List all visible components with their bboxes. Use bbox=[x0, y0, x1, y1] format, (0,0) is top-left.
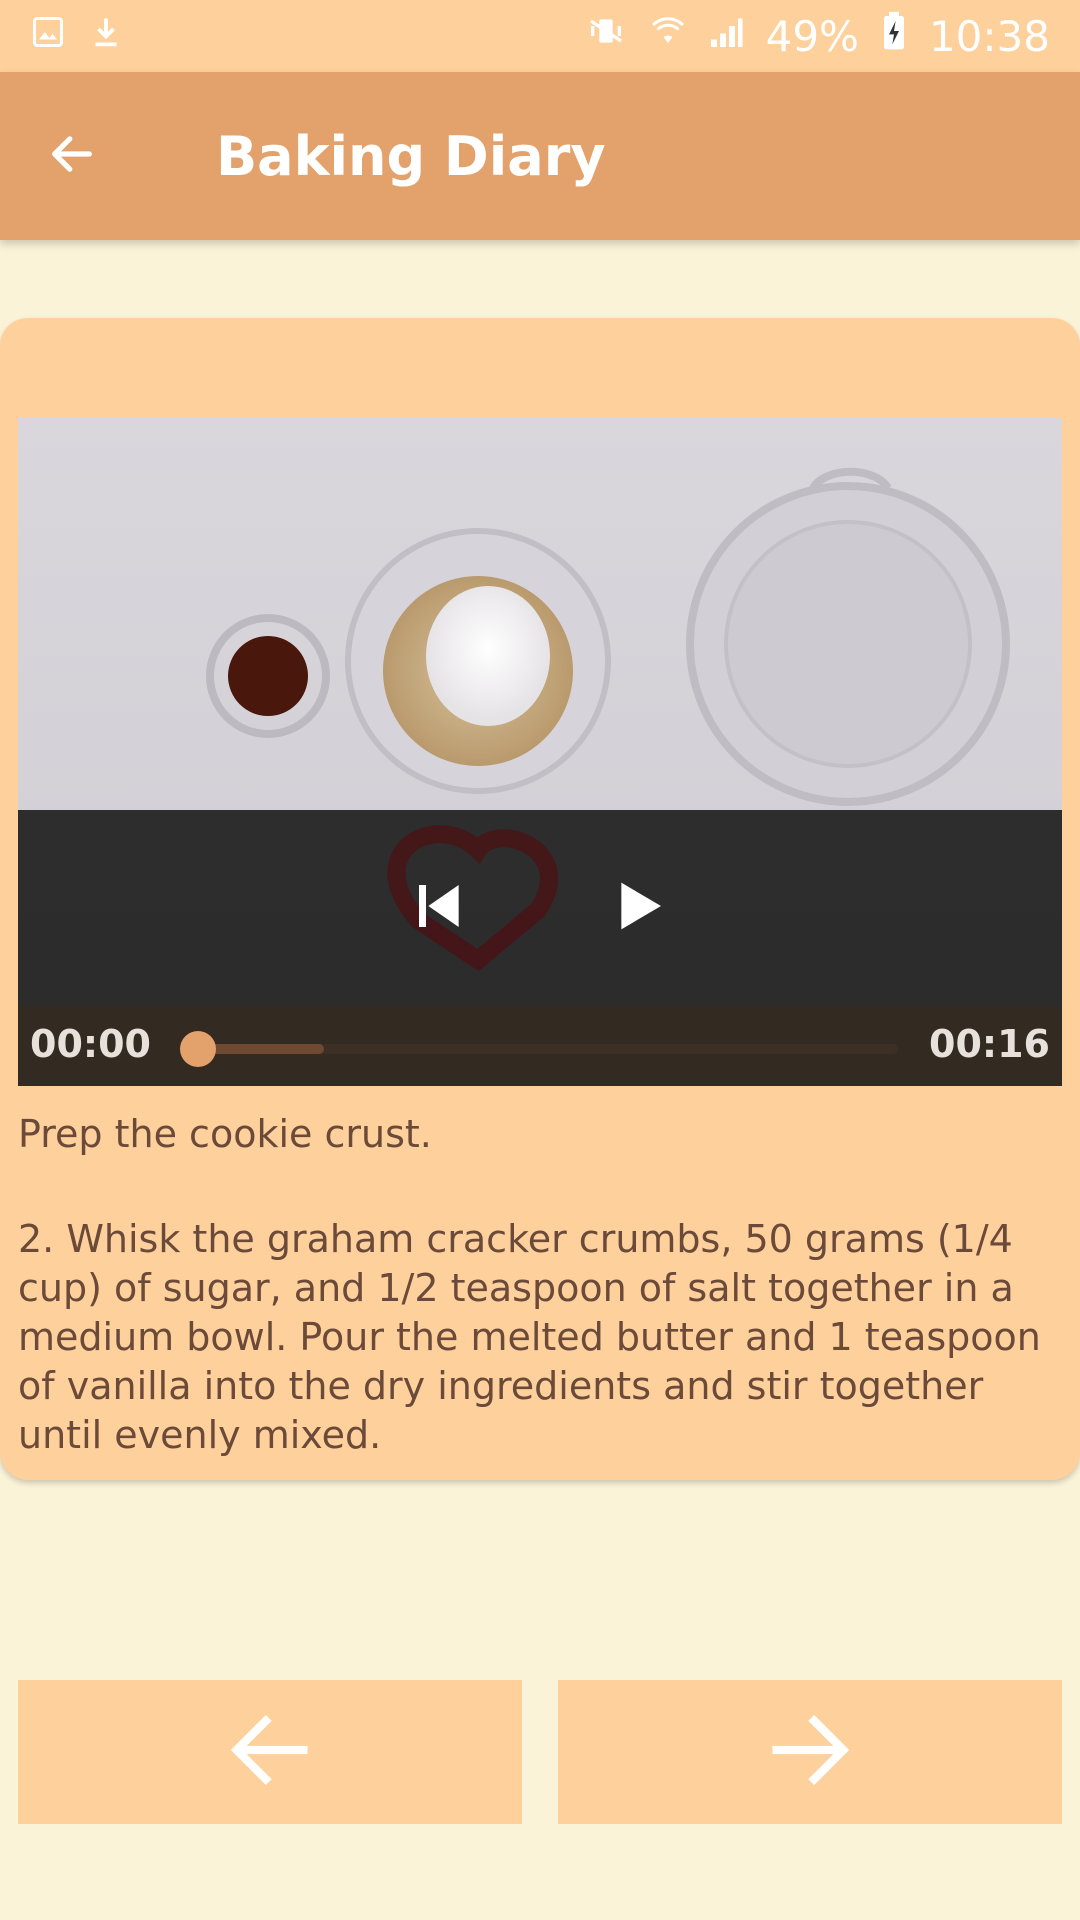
status-bar: 49% 10:38 bbox=[0, 0, 1080, 72]
image-notification-icon bbox=[30, 12, 66, 60]
current-position: 00:00 bbox=[30, 1022, 151, 1066]
arrow-back-icon bbox=[220, 1700, 320, 1805]
play-button[interactable] bbox=[600, 868, 680, 948]
signal-icon bbox=[708, 12, 744, 60]
back-button[interactable] bbox=[0, 72, 144, 240]
seek-thumb[interactable] bbox=[180, 1031, 216, 1067]
page-title: Baking Diary bbox=[216, 124, 606, 188]
buffered-progress bbox=[198, 1044, 324, 1054]
previous-button[interactable] bbox=[400, 868, 480, 948]
skip-previous-icon bbox=[412, 878, 468, 939]
player-timebar: 00:00 00:16 bbox=[18, 1006, 1062, 1086]
previous-step-button[interactable] bbox=[18, 1680, 522, 1824]
battery-percentage: 49% bbox=[765, 11, 859, 61]
app-bar: Baking Diary bbox=[0, 72, 1080, 240]
duration: 00:16 bbox=[929, 1022, 1050, 1066]
status-left-icons bbox=[30, 12, 124, 60]
step-short-description: Prep the cookie crust. bbox=[18, 1112, 432, 1156]
status-right-icons: 49% 10:38 bbox=[584, 11, 1050, 61]
arrow-back-icon bbox=[46, 128, 98, 185]
wifi-icon bbox=[650, 11, 686, 61]
next-step-button[interactable] bbox=[558, 1680, 1062, 1824]
battery-charging-icon bbox=[881, 11, 907, 61]
step-description: 2. Whisk the graham cracker crumbs, 50 g… bbox=[18, 1217, 1041, 1457]
vibrate-off-icon bbox=[584, 11, 628, 61]
seek-bar[interactable] bbox=[180, 1031, 898, 1067]
clock: 10:38 bbox=[928, 11, 1050, 61]
arrow-forward-icon bbox=[760, 1700, 860, 1805]
video-player[interactable]: 00:00 00:16 bbox=[18, 418, 1062, 1086]
playback-buttons bbox=[18, 838, 1062, 978]
play-icon bbox=[612, 878, 668, 939]
download-notification-icon bbox=[88, 12, 124, 60]
